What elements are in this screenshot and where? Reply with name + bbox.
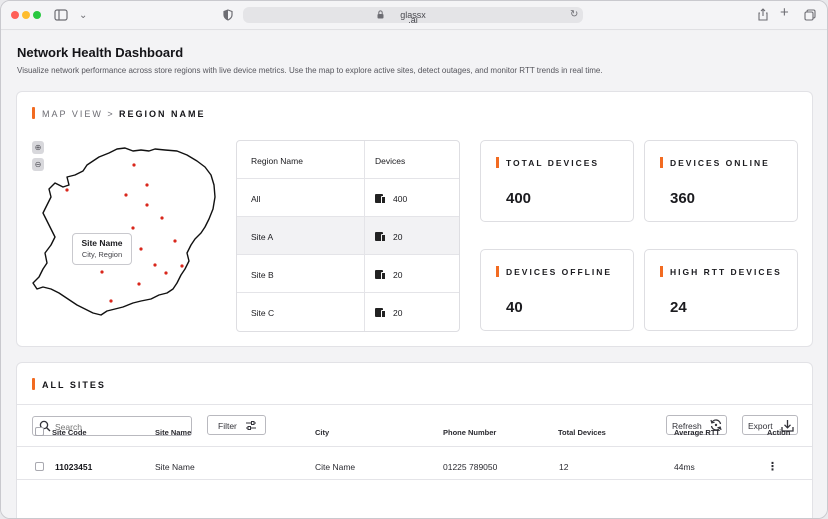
devices-online-card: DEVICES ONLINE 360 (644, 140, 798, 222)
url-text-tld: .ai (408, 15, 418, 25)
sliders-icon (245, 420, 257, 433)
filter-button-label: Filter (218, 421, 237, 431)
map-site-marker (145, 183, 149, 187)
divider (17, 446, 812, 447)
shield-icon[interactable] (223, 9, 233, 23)
map-site-marker (153, 263, 157, 267)
total-devices-card: TOTAL DEVICES 400 (480, 140, 634, 222)
region-map[interactable] (29, 113, 225, 321)
stat-label: DEVICES OFFLINE (506, 267, 613, 277)
page-subtitle: Visualize network performance across sto… (17, 66, 603, 75)
region-row-name: All (251, 194, 261, 204)
map-site-marker (100, 270, 104, 274)
city-cell: Cite Name (315, 462, 356, 472)
column-header-city[interactable]: City (315, 428, 329, 437)
stat-label: TOTAL DEVICES (506, 158, 600, 168)
map-site-marker (65, 188, 69, 192)
stat-accent-bar (496, 266, 499, 277)
region-row-devices: 20 (393, 308, 403, 318)
stat-accent-bar (660, 266, 663, 277)
map-site-marker (132, 163, 136, 167)
site-code-cell: 11023451 (55, 462, 93, 472)
column-header-total-devices[interactable]: Total Devices (558, 428, 606, 437)
browser-titlebar: ⌄ glassx ↻ .ai + (1, 1, 827, 30)
region-row-name: Site A (251, 232, 274, 242)
column-header-site-name[interactable]: Site Name (155, 428, 191, 437)
devices-offline-card: DEVICES OFFLINE 40 (480, 249, 634, 331)
region-row-devices: 400 (393, 194, 408, 204)
tab-overview-icon[interactable] (804, 9, 816, 23)
all-sites-card (16, 362, 813, 518)
map-site-marker (137, 282, 141, 286)
column-header-site-code[interactable]: Site Code (52, 428, 87, 437)
browser-window: ⌄ glassx ↻ .ai + Network Health Dashboar… (0, 0, 828, 519)
devices-icon (375, 308, 387, 318)
page-title: Network Health Dashboard (17, 45, 184, 60)
column-header-average-rtt[interactable]: Average RTT (674, 428, 720, 437)
devices-icon (375, 232, 387, 242)
column-header-phone[interactable]: Phone Number (443, 428, 496, 437)
stat-accent-bar (660, 157, 663, 168)
maximize-window-button[interactable] (33, 11, 41, 19)
region-row-selected[interactable]: Site A 20 (237, 217, 459, 255)
column-header-action: Action (767, 428, 791, 437)
all-sites-label: ALL SITES (42, 380, 106, 390)
total-devices-cell: 12 (559, 462, 569, 472)
chevron-down-icon[interactable]: ⌄ (79, 10, 87, 22)
divider (17, 479, 812, 480)
region-outline (32, 147, 216, 316)
devices-header: Devices (375, 156, 406, 166)
region-row-name: Site B (251, 270, 274, 280)
filter-button[interactable]: Filter (207, 415, 266, 435)
region-row[interactable]: All 400 (237, 179, 459, 217)
map-site-marker (160, 216, 164, 220)
region-row-name: Site C (251, 308, 275, 318)
stat-label: DEVICES ONLINE (670, 158, 770, 168)
region-row[interactable]: Site C 20 (237, 293, 459, 331)
devices-icon (375, 270, 387, 280)
region-row-devices: 20 (393, 232, 403, 242)
map-site-marker (124, 193, 128, 197)
minimize-window-button[interactable] (22, 11, 30, 19)
region-table-header: Region Name Devices (237, 141, 459, 179)
average-rtt-cell: 44ms (674, 462, 695, 472)
select-all-checkbox[interactable] (35, 427, 44, 436)
map-site-marker (180, 264, 184, 268)
map-site-marker (145, 203, 149, 207)
close-window-button[interactable] (11, 11, 19, 19)
stat-value: 40 (506, 299, 523, 316)
map-site-marker (173, 239, 177, 243)
map-site-marker (164, 271, 168, 275)
section-accent-bar (32, 378, 35, 390)
high-rtt-devices-card: HIGH RTT DEVICES 24 (644, 249, 798, 331)
sidebar-toggle-icon[interactable] (54, 9, 68, 23)
tooltip-location: City, Region (81, 250, 123, 259)
phone-cell: 01225 789050 (443, 462, 498, 472)
stat-value: 24 (670, 299, 687, 316)
map-site-marker (109, 299, 113, 303)
new-tab-icon[interactable]: + (780, 5, 789, 20)
region-table: Region Name Devices All 400 Site A 20 Si… (236, 140, 460, 332)
stat-accent-bar (496, 157, 499, 168)
site-name-cell: Site Name (155, 462, 195, 472)
stat-value: 360 (670, 190, 696, 207)
devices-icon (375, 194, 387, 204)
more-actions-icon[interactable]: ⋮ (767, 460, 778, 473)
map-site-tooltip: Site Name City, Region (72, 233, 132, 265)
map-site-marker (131, 226, 135, 230)
region-name-header: Region Name (251, 156, 303, 166)
tooltip-site-name: Site Name (81, 238, 123, 248)
divider (17, 404, 812, 405)
region-row[interactable]: Site B 20 (237, 255, 459, 293)
region-row-devices: 20 (393, 270, 403, 280)
row-checkbox[interactable] (35, 462, 44, 471)
share-icon[interactable] (758, 8, 768, 23)
map-site-marker (139, 247, 143, 251)
stat-label: HIGH RTT DEVICES (670, 267, 782, 277)
stat-value: 400 (506, 190, 532, 207)
